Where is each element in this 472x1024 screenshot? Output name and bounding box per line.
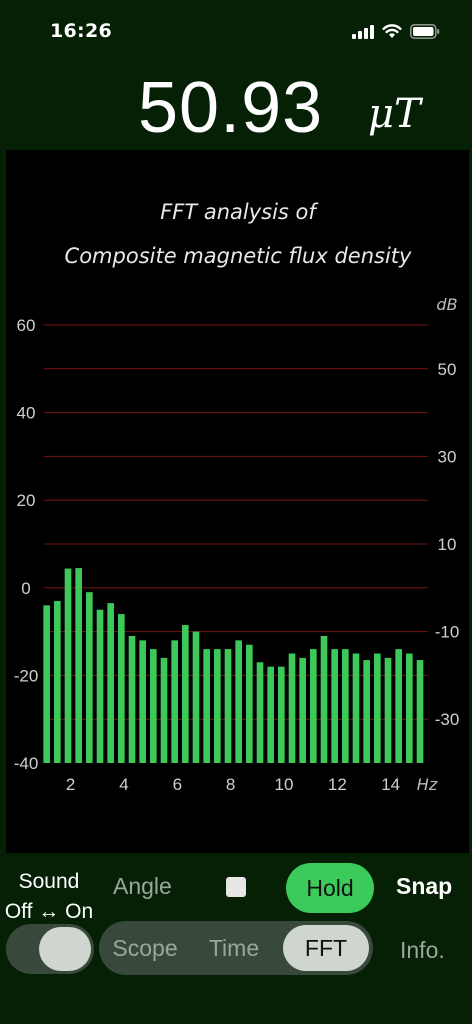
fft-bar	[54, 600, 61, 763]
fft-bar	[310, 649, 317, 763]
fft-bar	[75, 568, 82, 763]
chart-title-line-2: Composite magnetic flux density	[65, 244, 412, 268]
sound-toggle[interactable]	[6, 924, 94, 974]
fft-chart: FFT analysis of Composite magnetic flux d…	[14, 200, 460, 794]
flux-unit: μT	[368, 91, 421, 137]
fft-bar	[203, 649, 210, 763]
left-axis-tick-label: -40	[14, 754, 39, 773]
right-axis-tick-label: 30	[438, 447, 457, 466]
fft-bar	[342, 649, 349, 763]
sound-label-line1: Sound	[18, 870, 80, 893]
fft-bar	[160, 657, 168, 763]
fft-bar	[374, 653, 381, 763]
tab-fft[interactable]: FFT	[283, 925, 369, 971]
stop-square-icon[interactable]	[226, 877, 246, 897]
x-axis-tick-label: 14	[381, 775, 400, 794]
left-axis-tick-label: 40	[17, 404, 36, 423]
fft-bar	[150, 649, 157, 763]
control-bar: Sound Off ↔ On Angle Hold Snap Scope Tim…	[0, 853, 472, 1024]
fft-bar	[256, 662, 264, 763]
right-axis-tick-label: -10	[435, 623, 460, 642]
fft-bar	[363, 660, 370, 763]
fft-bar	[107, 603, 114, 763]
status-bar: 16:26	[0, 0, 472, 64]
x-axis-tick-label: 4	[119, 775, 128, 794]
left-axis-tick-label: 60	[17, 316, 36, 335]
x-axis-tick-label: 8	[226, 775, 235, 794]
fft-bar	[214, 649, 221, 763]
left-axis-tick-label: 20	[17, 491, 36, 510]
fft-bar	[118, 614, 125, 763]
status-time: 16:26	[50, 20, 112, 42]
fft-bar	[139, 640, 146, 763]
fft-bar	[416, 660, 424, 763]
sound-toggle-knob	[39, 927, 91, 971]
fft-bar	[224, 649, 232, 763]
left-axis-tick-label: 0	[21, 579, 30, 598]
fft-bar	[235, 640, 242, 763]
fft-bar	[406, 653, 413, 763]
hold-button[interactable]: Hold	[286, 863, 374, 913]
fft-bar	[171, 640, 178, 763]
sound-label-line2: Off ↔ On	[4, 900, 94, 923]
x-axis-tick-label: 12	[328, 775, 347, 794]
fft-bar	[246, 644, 253, 763]
fft-bar	[320, 635, 328, 763]
wifi-icon	[382, 24, 402, 38]
fft-bar	[267, 666, 274, 763]
info-button[interactable]: Info.	[400, 937, 445, 964]
cellular-signal-icon	[352, 24, 374, 39]
right-axis-tick-label: 10	[438, 535, 457, 554]
tab-scope[interactable]: Scope	[101, 921, 189, 975]
sound-label: Sound Off ↔ On	[0, 867, 98, 927]
fft-bar	[299, 657, 306, 763]
left-axis-tick-label: -20	[14, 666, 39, 685]
status-icons	[352, 24, 440, 39]
fft-bar	[182, 625, 189, 763]
chart-title-line-1: FFT analysis of	[160, 200, 319, 224]
fft-bar	[43, 605, 50, 763]
snap-button[interactable]: Snap	[396, 873, 452, 900]
battery-icon	[410, 24, 440, 39]
tab-time[interactable]: Time	[189, 921, 279, 975]
x-axis-tick-label: 10	[275, 775, 294, 794]
fft-bar	[384, 657, 392, 763]
x-axis-unit-label: Hz	[417, 775, 438, 794]
flux-reading: 50.93 μT	[0, 64, 472, 150]
fft-bar	[192, 631, 200, 763]
fft-bar	[86, 592, 93, 763]
right-axis-unit-label: dB	[436, 295, 457, 314]
fft-bar	[395, 649, 402, 763]
fft-bar	[331, 649, 338, 763]
flux-value: 50.93	[138, 68, 324, 148]
x-axis-tick-label: 6	[173, 775, 182, 794]
fft-bar	[64, 568, 72, 763]
fft-chart-panel: FFT analysis of Composite magnetic flux d…	[6, 150, 469, 853]
fft-bar	[352, 653, 360, 763]
x-axis-tick-label: 2	[66, 775, 75, 794]
view-mode-segmented-control: Scope Time FFT	[99, 921, 373, 975]
fft-bar	[288, 653, 296, 763]
right-axis-tick-label: -30	[435, 710, 460, 729]
right-axis-tick-label: 50	[438, 360, 457, 379]
fft-bar	[278, 666, 285, 763]
fft-bar	[96, 609, 104, 763]
fft-bar	[128, 635, 136, 763]
angle-button[interactable]: Angle	[113, 873, 172, 900]
